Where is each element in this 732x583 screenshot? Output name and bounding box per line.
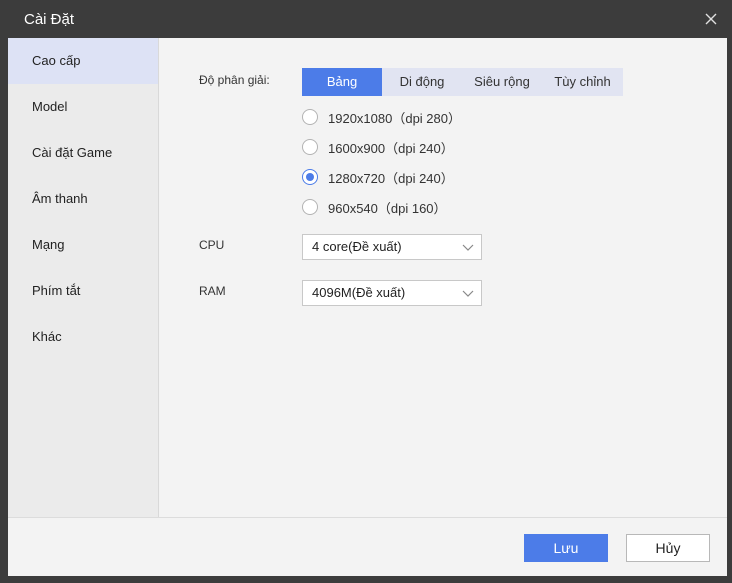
sidebar-item-cao-cap[interactable]: Cao cấp [8, 38, 162, 84]
sidebar-item-label: Mạng [32, 237, 65, 252]
sidebar-item-khac[interactable]: Khác [8, 314, 158, 360]
resolution-label: Độ phân giải: [199, 73, 270, 87]
sidebar-item-label: Âm thanh [32, 191, 88, 206]
resolution-option-label: 1280x720（dpi 240） [328, 170, 454, 186]
chevron-down-icon [462, 244, 474, 251]
settings-dialog: Cao cấp Model Cài đặt Game Âm thanh Mạng… [8, 38, 727, 576]
resolution-option-1920x1080[interactable]: 1920x1080（dpi 280） [302, 107, 461, 127]
chevron-down-icon [462, 290, 474, 297]
sidebar-item-am-thanh[interactable]: Âm thanh [8, 176, 158, 222]
cancel-button[interactable]: Hủy [626, 534, 710, 562]
resolution-option-label: 1920x1080（dpi 280） [328, 110, 461, 126]
radio-button[interactable] [302, 199, 318, 215]
sidebar-item-label: Phím tắt [32, 283, 81, 298]
tab-tuy-chinh[interactable]: Tùy chỉnh [542, 68, 623, 96]
sidebar-item-label: Cài đặt Game [32, 145, 113, 160]
sidebar-item-model[interactable]: Model [8, 84, 158, 130]
cpu-label: CPU [199, 238, 225, 252]
radio-button[interactable] [302, 139, 318, 155]
sidebar: Cao cấp Model Cài đặt Game Âm thanh Mạng… [8, 38, 162, 517]
resolution-option-1600x900[interactable]: 1600x900（dpi 240） [302, 137, 454, 157]
sidebar-item-mang[interactable]: Mạng [8, 222, 158, 268]
tab-sieu-rong[interactable]: Siêu rộng [462, 68, 542, 96]
tab-bang[interactable]: Bảng [302, 68, 382, 96]
resolution-option-label: 1600x900（dpi 240） [328, 140, 454, 156]
resolution-tabs: Bảng Di động Siêu rộng Tùy chỉnh [302, 68, 623, 96]
cpu-select[interactable]: 4 core(Đề xuất) [302, 234, 482, 260]
sidebar-item-phim-tat[interactable]: Phím tắt [8, 268, 158, 314]
sidebar-item-label: Model [32, 99, 68, 114]
save-button[interactable]: Lưu [524, 534, 608, 562]
sidebar-item-label: Cao cấp [32, 53, 81, 68]
settings-content: Độ phân giải: Bảng Di động Siêu rộng Tùy… [159, 38, 727, 517]
window-title: Cài Đặt [24, 11, 75, 28]
sidebar-item-label: Khác [32, 329, 62, 344]
dialog-footer: Lưu Hủy [8, 518, 727, 576]
resolution-option-960x540[interactable]: 960x540（dpi 160） [302, 197, 447, 217]
ram-select[interactable]: 4096M(Đề xuất) [302, 280, 482, 306]
ram-label: RAM [199, 284, 226, 298]
title-bar: Cài Đặt [0, 0, 732, 38]
sidebar-item-cai-dat-game[interactable]: Cài đặt Game [8, 130, 158, 176]
close-icon[interactable] [702, 10, 720, 28]
settings-window: Cài Đặt Cao cấp Model Cài đặt Game Âm th… [0, 0, 732, 583]
resolution-option-1280x720[interactable]: 1280x720（dpi 240） [302, 167, 454, 187]
resolution-option-label: 960x540（dpi 160） [328, 200, 447, 216]
tab-di-dong[interactable]: Di động [382, 68, 462, 96]
radio-button[interactable] [302, 109, 318, 125]
cpu-select-value: 4 core(Đề xuất) [312, 239, 402, 254]
radio-button-selected[interactable] [302, 169, 318, 185]
ram-select-value: 4096M(Đề xuất) [312, 285, 406, 300]
